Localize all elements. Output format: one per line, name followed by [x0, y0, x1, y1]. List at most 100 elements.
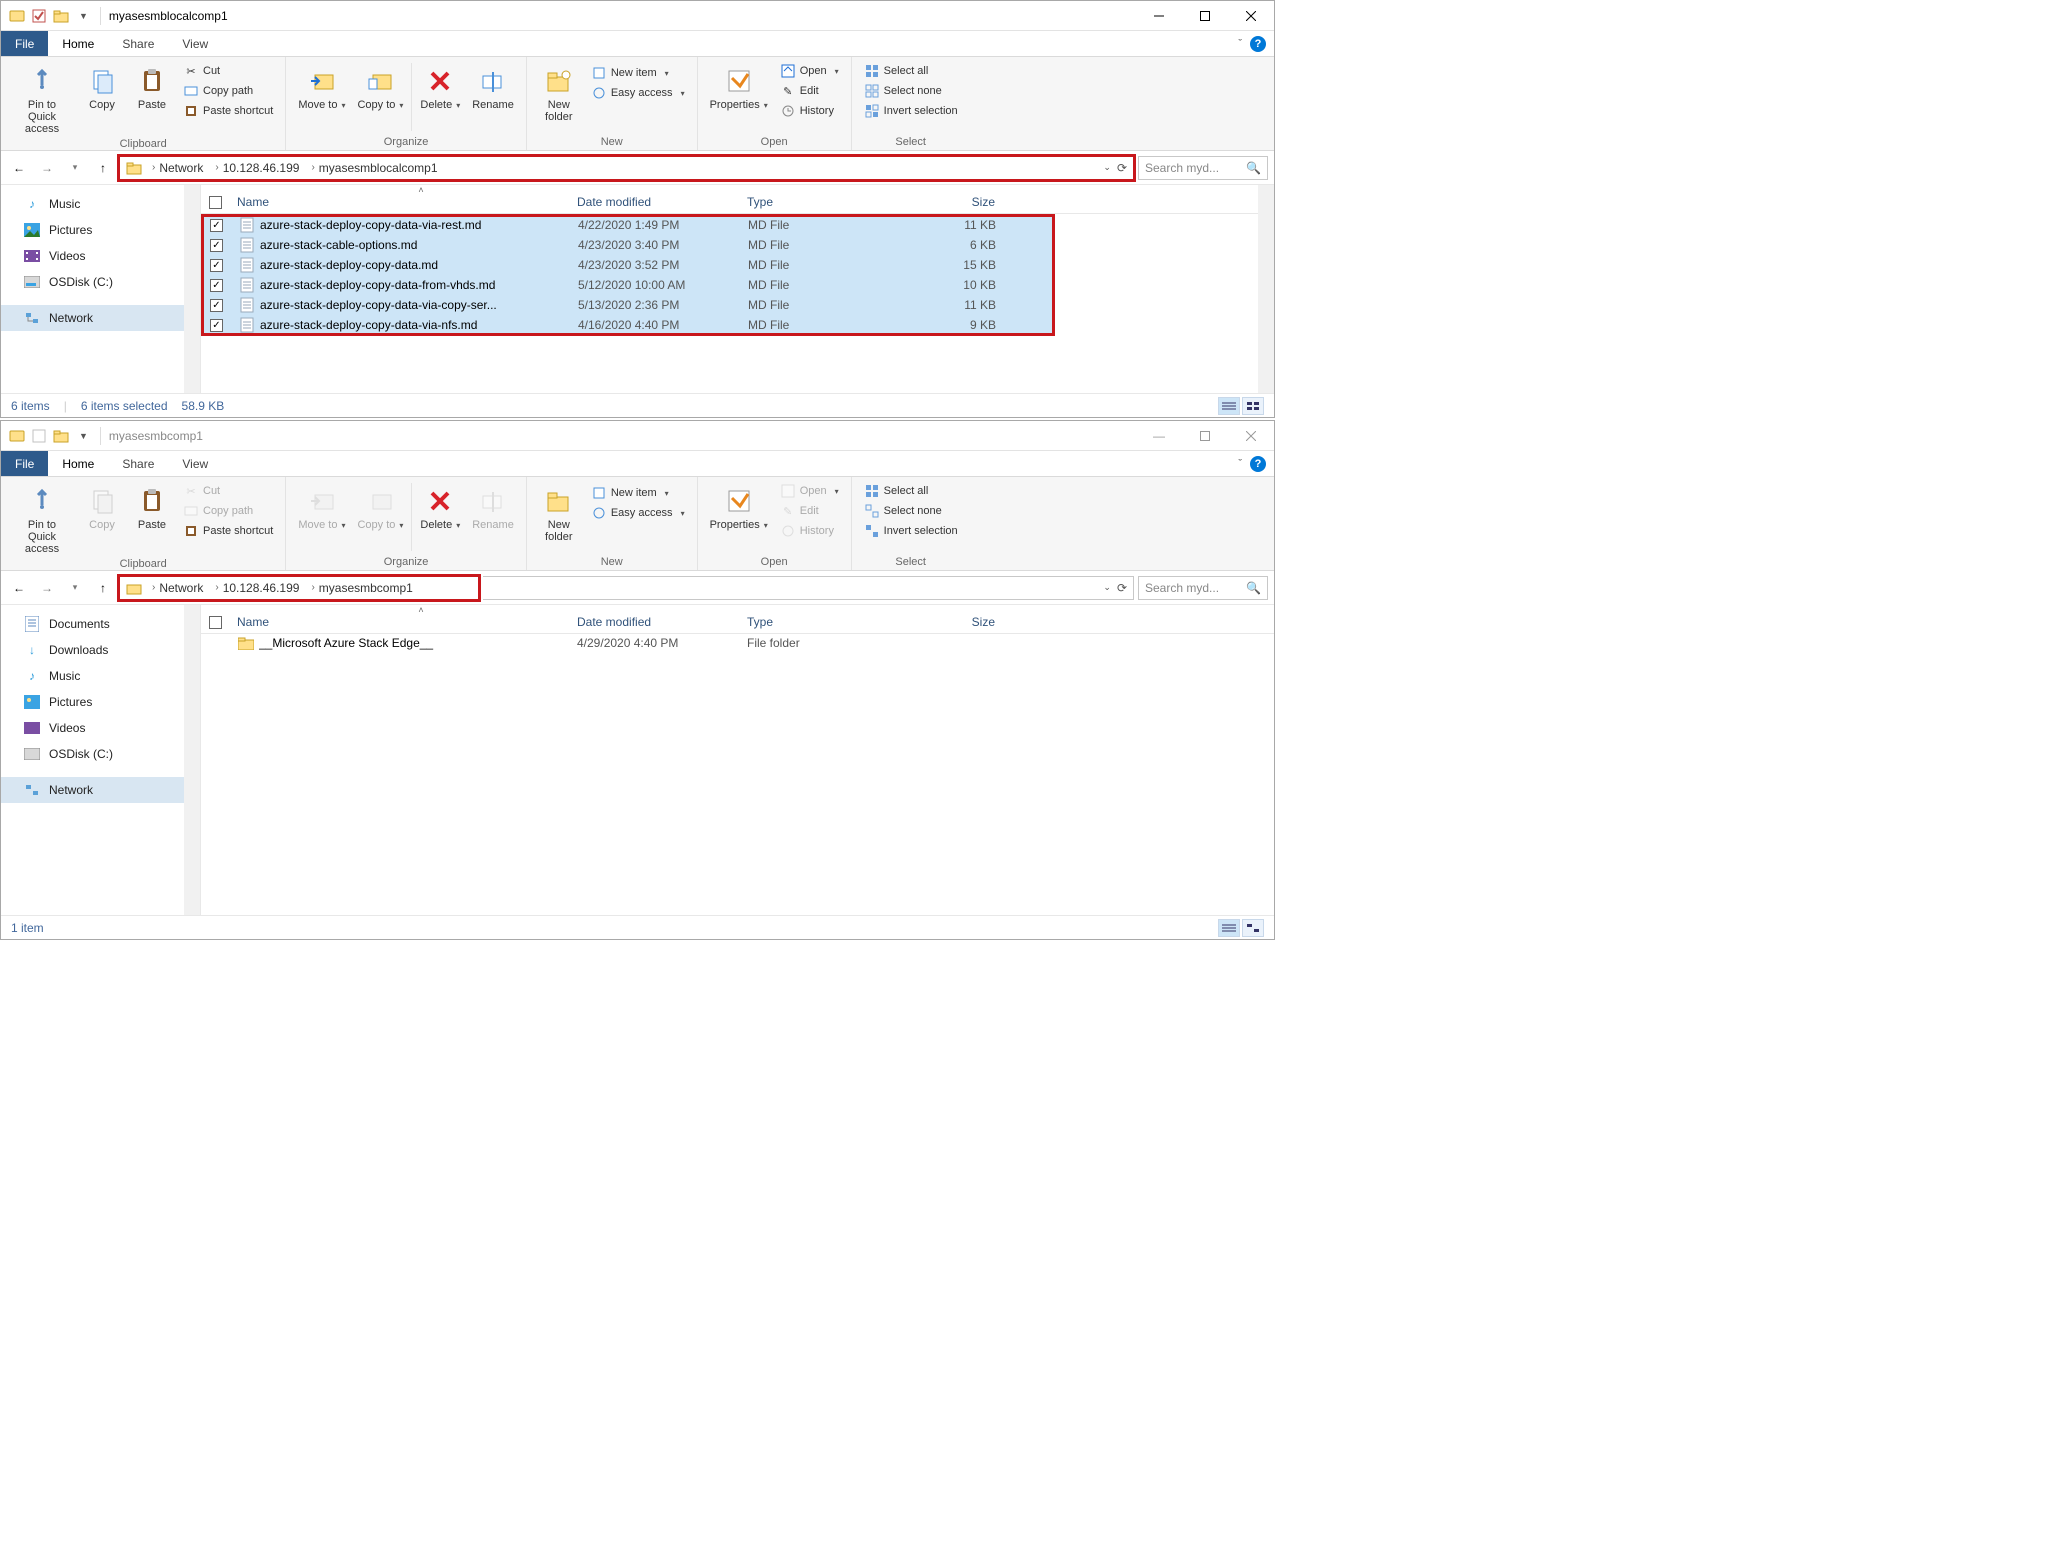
table-row[interactable]: azure-stack-deploy-copy-data.md4/23/2020… — [202, 255, 1054, 275]
history-button[interactable]: History — [776, 101, 843, 121]
delete-button[interactable]: Delete▾ — [414, 479, 466, 533]
rename-button[interactable]: Rename — [466, 59, 520, 113]
delete-button[interactable]: Delete▾ — [414, 59, 466, 113]
table-row[interactable]: azure-stack-deploy-copy-data-via-nfs.md4… — [202, 315, 1054, 335]
tab-home[interactable]: Home — [48, 31, 108, 56]
tab-file[interactable]: File — [1, 451, 48, 476]
nav-item-downloads[interactable]: ↓Downloads — [1, 637, 200, 663]
breadcrumb-segment[interactable]: ›10.128.46.199 — [209, 157, 305, 179]
collapse-ribbon-icon[interactable]: ˇ — [1238, 458, 1242, 470]
maximize-button[interactable] — [1182, 1, 1228, 31]
new-folder-button[interactable]: New folder — [533, 479, 585, 545]
table-row[interactable]: __Microsoft Azure Stack Edge__4/29/2020 … — [201, 634, 1274, 652]
address-bar[interactable]: ›Network ›10.128.46.199 ›myasesmblocalco… — [119, 156, 1134, 180]
search-input[interactable]: Search myd... 🔍 — [1138, 576, 1268, 600]
navigation-pane[interactable]: Documents ↓Downloads ♪Music Pictures Vid… — [1, 605, 201, 915]
row-checkbox[interactable] — [210, 219, 223, 232]
column-date-modified[interactable]: Date modified — [577, 195, 747, 209]
paste-button[interactable]: Paste — [127, 479, 177, 533]
select-all-button[interactable]: Select all — [860, 481, 962, 501]
nav-item-videos[interactable]: Videos — [1, 243, 200, 269]
select-all-checkbox[interactable] — [209, 616, 222, 629]
nav-scrollbar[interactable] — [184, 185, 200, 393]
column-name[interactable]: Name — [237, 195, 577, 209]
nav-scrollbar[interactable] — [184, 605, 200, 915]
tab-view[interactable]: View — [168, 451, 222, 476]
breadcrumb-segment[interactable]: ›10.128.46.199 — [209, 577, 305, 599]
view-details-button[interactable] — [1218, 919, 1240, 937]
close-button[interactable] — [1228, 1, 1274, 31]
table-row[interactable]: azure-stack-deploy-copy-data-via-copy-se… — [202, 295, 1054, 315]
table-row[interactable]: azure-stack-deploy-copy-data-via-rest.md… — [202, 215, 1054, 235]
new-folder-button[interactable]: New folder — [533, 59, 585, 125]
breadcrumb-segment[interactable]: ›Network — [146, 577, 209, 599]
refresh-icon[interactable]: ⟳ — [1117, 161, 1127, 175]
open-button[interactable]: Open▾ — [776, 61, 843, 81]
tab-share[interactable]: Share — [108, 31, 168, 56]
column-date-modified[interactable]: Date modified — [577, 615, 747, 629]
nav-item-music[interactable]: ♪Music — [1, 663, 200, 689]
minimize-button[interactable]: — — [1136, 421, 1182, 451]
nav-item-pictures[interactable]: Pictures — [1, 689, 200, 715]
nav-item-documents[interactable]: Documents — [1, 611, 200, 637]
qat-folder-icon[interactable] — [53, 428, 69, 444]
tab-file[interactable]: File — [1, 31, 48, 56]
easy-access-button[interactable]: Easy access▾ — [587, 503, 689, 523]
column-name[interactable]: Name — [237, 615, 577, 629]
move-to-button[interactable]: Move to▾ — [292, 59, 351, 113]
edit-button[interactable]: ✎ Edit — [776, 81, 843, 101]
select-none-button[interactable]: Select none — [860, 501, 962, 521]
paste-shortcut-button[interactable]: Paste shortcut — [179, 521, 277, 541]
row-checkbox[interactable] — [210, 299, 223, 312]
nav-item-network[interactable]: Network — [1, 777, 200, 803]
list-scrollbar[interactable] — [1258, 185, 1274, 393]
select-none-button[interactable]: Select none — [860, 81, 962, 101]
help-icon[interactable]: ? — [1250, 456, 1266, 472]
qat-dropdown-icon[interactable]: ▼ — [75, 11, 92, 21]
breadcrumb-segment[interactable]: ›myasesmbcomp1 — [305, 577, 418, 599]
new-item-button[interactable]: New item▾ — [587, 483, 689, 503]
forward-button[interactable]: → — [35, 156, 59, 180]
copy-to-button[interactable]: Copy to▾ — [351, 59, 409, 113]
column-size[interactable]: Size — [907, 615, 1007, 629]
select-all-checkbox[interactable] — [209, 196, 222, 209]
column-size[interactable]: Size — [907, 195, 1007, 209]
pin-to-quick-access-button[interactable]: Pin to Quick access — [7, 59, 77, 137]
qat-checkbox-icon[interactable] — [31, 428, 47, 444]
breadcrumb-segment[interactable]: ›myasesmblocalcomp1 — [305, 157, 443, 179]
row-checkbox[interactable] — [210, 319, 223, 332]
back-button[interactable]: ← — [7, 156, 31, 180]
forward-button[interactable]: → — [35, 576, 59, 600]
view-details-button[interactable] — [1218, 397, 1240, 415]
invert-selection-button[interactable]: Invert selection — [860, 101, 962, 121]
collapse-ribbon-icon[interactable]: ˇ — [1238, 38, 1242, 50]
back-button[interactable]: ← — [7, 576, 31, 600]
nav-item-videos[interactable]: Videos — [1, 715, 200, 741]
column-headers[interactable]: Name Date modified Type Size — [201, 191, 1274, 214]
cut-button[interactable]: ✂ Cut — [179, 61, 277, 81]
up-button[interactable]: ↑ — [91, 156, 115, 180]
help-icon[interactable]: ? — [1250, 36, 1266, 52]
nav-item-pictures[interactable]: Pictures — [1, 217, 200, 243]
tab-view[interactable]: View — [168, 31, 222, 56]
column-headers[interactable]: Name Date modified Type Size — [201, 611, 1274, 634]
qat-folder-icon[interactable] — [53, 8, 69, 24]
qat-dropdown-icon[interactable]: ▼ — [75, 431, 92, 441]
view-large-icons-button[interactable] — [1242, 919, 1264, 937]
copy-path-button[interactable]: Copy path — [179, 81, 277, 101]
address-bar-extension[interactable]: ⌄ ⟳ — [483, 576, 1134, 600]
address-bar[interactable]: ›Network ›10.128.46.199 ›myasesmbcomp1 — [119, 576, 479, 600]
refresh-icon[interactable]: ⟳ — [1117, 581, 1127, 595]
breadcrumb-segment[interactable]: ›Network — [146, 157, 209, 179]
maximize-button[interactable] — [1182, 421, 1228, 451]
properties-button[interactable]: Properties▾ — [704, 59, 774, 113]
nav-item-osdisk[interactable]: OSDisk (C:) — [1, 269, 200, 295]
nav-item-network[interactable]: Network — [1, 305, 200, 331]
table-row[interactable]: azure-stack-deploy-copy-data-from-vhds.m… — [202, 275, 1054, 295]
address-dropdown-icon[interactable]: ⌄ — [1103, 162, 1111, 173]
recent-locations-button[interactable]: ▾ — [63, 156, 87, 180]
close-button[interactable] — [1228, 421, 1274, 451]
up-button[interactable]: ↑ — [91, 576, 115, 600]
nav-item-osdisk[interactable]: OSDisk (C:) — [1, 741, 200, 767]
properties-button[interactable]: Properties▾ — [704, 479, 774, 533]
